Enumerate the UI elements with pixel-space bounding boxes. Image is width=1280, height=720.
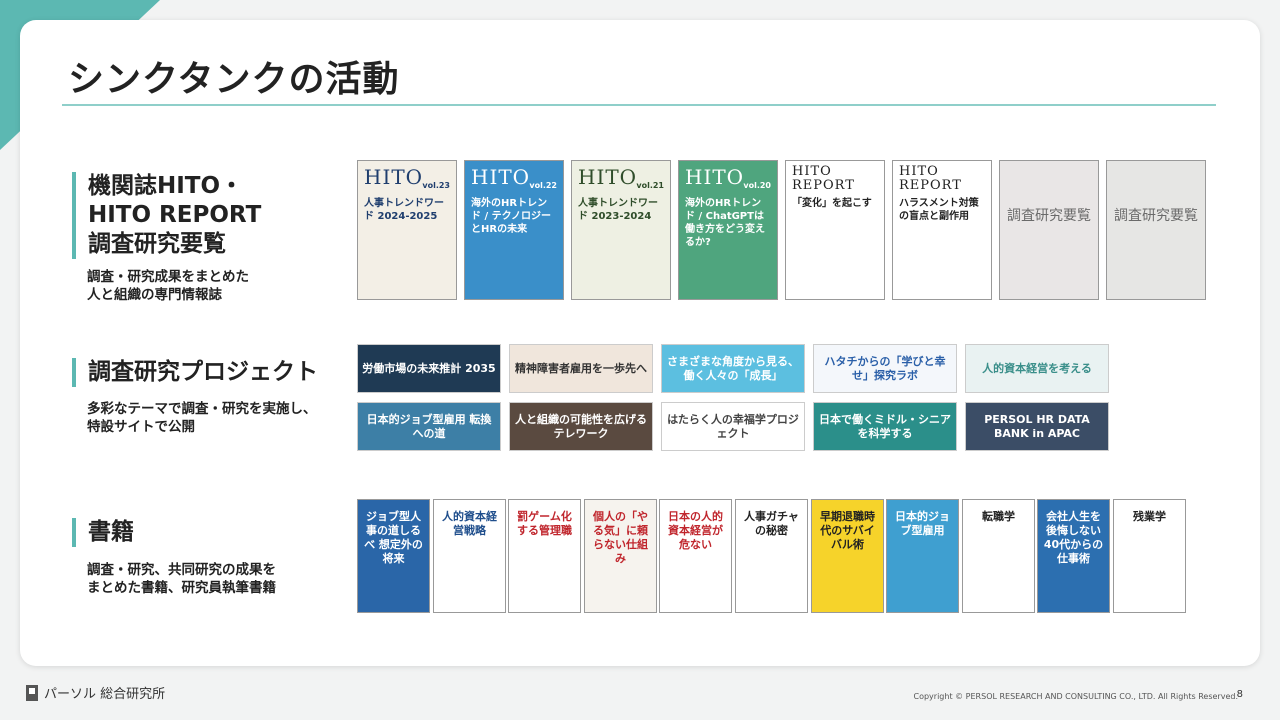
section-heading-projects: 調査研究プロジェクト (72, 358, 318, 387)
magazine-headline: 人事トレンドワード 2023-2024 (578, 198, 658, 222)
book-cover[interactable]: 日本的ジョブ型雇用 (886, 499, 959, 613)
book-cover[interactable]: 会社人生を後悔しない40代からの仕事術 (1037, 499, 1110, 613)
project-banner[interactable]: 人的資本経営を考える (965, 344, 1109, 393)
company-logo: パーソル 総合研究所 (26, 683, 165, 702)
magazine-volume: vol.22 (529, 181, 557, 190)
magazine-volume: vol.23 (422, 181, 450, 190)
book-title: 日本の人的資本経営が危ない (668, 510, 723, 551)
magazine-logo: HITO (578, 165, 638, 189)
book-title: 個人の「やる気」に頼らない仕組み (593, 510, 648, 565)
project-banner[interactable]: さまざまな角度から見る、働く人々の「成長」 (661, 344, 805, 393)
section-heading-books: 書籍 (72, 518, 134, 547)
project-banner-title: はたらく人の幸福学プロジェクト (667, 412, 799, 440)
project-banner-title: 精神障害者雇用を一歩先へ (515, 361, 647, 375)
copyright-text: Copyright © PERSOL RESEARCH AND CONSULTI… (914, 692, 1239, 701)
book-title: ジョブ型人事の道しるべ 想定外の将来 (364, 510, 423, 565)
book-cover[interactable]: 人事ガチャの秘密 (735, 499, 808, 613)
magazine-cover[interactable]: 調査研究要覧 (999, 160, 1099, 300)
magazine-volume: vol.21 (636, 181, 664, 190)
page-number: 8 (1236, 689, 1243, 700)
magazine-cover[interactable]: HITO REPORT 「変化」を起こす (785, 160, 885, 300)
magazine-cover[interactable]: HITO vol.23 人事トレンドワード 2024-2025 (357, 160, 457, 300)
section-heading-magazines: 機関誌HITO・ HITO REPORT 調査研究要覧 (72, 172, 261, 259)
copyright-label: Copyright © PERSOL RESEARCH AND CONSULTI… (913, 692, 1239, 701)
magazine-headline: ハラスメント対策の盲点と副作用 (899, 198, 979, 222)
persol-logo-icon (26, 684, 38, 701)
project-banner-title: 労働市場の未来推計 2035 (362, 361, 496, 375)
magazine-cover[interactable]: HITO vol.20 海外のHRトレンド / ChatGPTは働き方をどう変えるか… (678, 160, 778, 300)
book-cover[interactable]: 早期退職時代のサバイバル術 (811, 499, 884, 613)
magazine-headline: 「変化」を起こす (792, 198, 872, 209)
project-banner[interactable]: 日本で働くミドル・シニアを科学する (813, 402, 957, 451)
project-banner-title: 人的資本経営を考える (982, 361, 1092, 375)
magazine-headline: 海外のHRトレンド / ChatGPTは働き方をどう変えるか? (685, 198, 765, 248)
project-banner-title: PERSOL HR DATA BANK in APAC (984, 412, 1090, 440)
magazine-logo: HITO (471, 165, 531, 189)
magazine-headline: 調査研究要覧 (1007, 208, 1091, 224)
magazine-logo: HITO REPORT (792, 164, 855, 193)
book-title: 残業学 (1133, 510, 1166, 523)
book-cover[interactable]: 日本の人的資本経営が危ない (659, 499, 732, 613)
magazine-cover[interactable]: 調査研究要覧 (1106, 160, 1206, 300)
book-title: 日本的ジョブ型雇用 (895, 510, 950, 537)
magazine-headline: 海外のHRトレンド / テクノロジーとHRの未来 (471, 198, 552, 235)
project-banner[interactable]: PERSOL HR DATA BANK in APAC (965, 402, 1109, 451)
project-banner[interactable]: 日本的ジョブ型雇用 転換への道 (357, 402, 501, 451)
project-banner-title: 人と組織の可能性を広げるテレワーク (515, 412, 647, 440)
book-cover[interactable]: 転職学 (962, 499, 1035, 613)
project-banner-title: 日本で働くミドル・シニアを科学する (819, 412, 951, 440)
magazine-headline: 人事トレンドワード 2024-2025 (364, 198, 444, 222)
book-title: 会社人生を後悔しない40代からの仕事術 (1043, 510, 1104, 565)
title-divider (62, 104, 1216, 106)
book-cover[interactable]: 罰ゲーム化する管理職 (508, 499, 581, 613)
project-banner[interactable]: 精神障害者雇用を一歩先へ (509, 344, 653, 393)
book-cover[interactable]: 残業学 (1113, 499, 1186, 613)
book-title: 早期退職時代のサバイバル術 (820, 510, 875, 551)
magazine-volume: vol.20 (743, 181, 771, 190)
book-title: 罰ゲーム化する管理職 (517, 510, 572, 537)
book-cover[interactable]: ジョブ型人事の道しるべ 想定外の将来 (357, 499, 430, 613)
book-cover[interactable]: 個人の「やる気」に頼らない仕組み (584, 499, 657, 613)
section-desc-projects: 多彩なテーマで調査・研究を実施し、 特設サイトで公開 (87, 401, 317, 435)
magazine-cover[interactable]: HITO vol.21 人事トレンドワード 2023-2024 (571, 160, 671, 300)
project-banner[interactable]: はたらく人の幸福学プロジェクト (661, 402, 805, 451)
section-desc-books: 調査・研究、共同研究の成果を まとめた書籍、研究員執筆書籍 (87, 562, 276, 596)
book-cover[interactable]: 人的資本経営戦略 (433, 499, 506, 613)
magazine-logo: HITO (685, 165, 745, 189)
magazine-logo: HITO (364, 165, 424, 189)
project-banner[interactable]: 人と組織の可能性を広げるテレワーク (509, 402, 653, 451)
book-title: 人的資本経営戦略 (442, 510, 497, 537)
company-name: パーソル 総合研究所 (44, 687, 166, 702)
magazine-cover[interactable]: HITO REPORT ハラスメント対策の盲点と副作用 (892, 160, 992, 300)
book-title: 転職学 (982, 510, 1015, 523)
project-banner[interactable]: ハタチからの「学びと幸せ」探究ラボ (813, 344, 957, 393)
magazine-logo: HITO REPORT (899, 164, 962, 193)
magazine-cover[interactable]: HITO vol.22 海外のHRトレンド / テクノロジーとHRの未来 (464, 160, 564, 300)
project-banner[interactable]: 労働市場の未来推計 2035 (357, 344, 501, 393)
section-desc-magazines: 調査・研究成果をまとめた 人と組織の専門情報誌 (87, 269, 249, 303)
project-banner-title: ハタチからの「学びと幸せ」探究ラボ (824, 354, 946, 382)
page-title: シンクタンクの活動 (68, 59, 400, 100)
project-banner-title: さまざまな角度から見る、働く人々の「成長」 (667, 354, 799, 382)
magazine-headline: 調査研究要覧 (1114, 208, 1198, 224)
book-title: 人事ガチャの秘密 (744, 510, 799, 537)
project-banner-title: 日本的ジョブ型雇用 転換への道 (366, 412, 492, 440)
